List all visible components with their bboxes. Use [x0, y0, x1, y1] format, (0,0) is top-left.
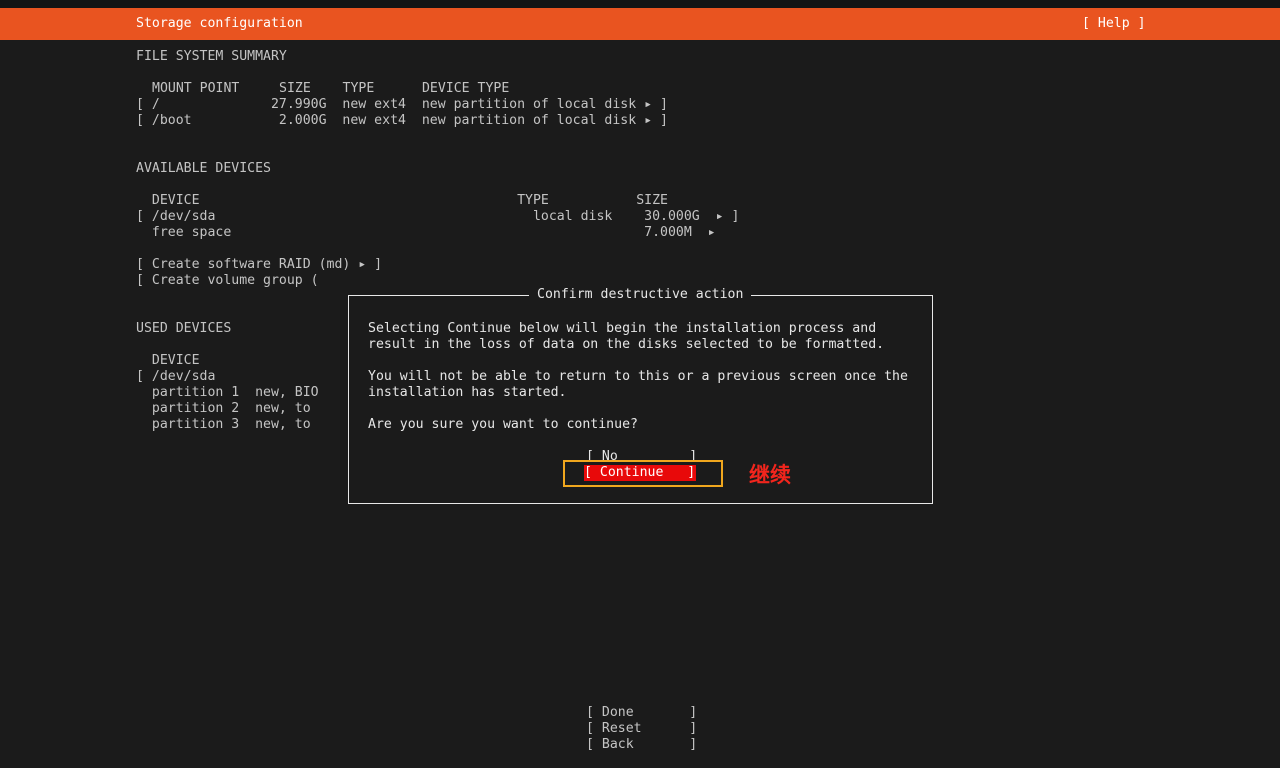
- available-devices-heading: AVAILABLE DEVICES: [136, 161, 271, 176]
- dialog-text-line: result in the loss of data on the disks …: [368, 337, 885, 352]
- fs-summary-heading: FILE SYSTEM SUMMARY: [136, 49, 287, 64]
- dialog-question: Are you sure you want to continue?: [368, 417, 638, 432]
- used-partition-3[interactable]: partition 3 new, to: [136, 417, 311, 433]
- create-volume-group-button[interactable]: [ Create volume group (: [136, 273, 319, 289]
- title-bar: Storage configuration [ Help ]: [0, 8, 1280, 40]
- fs-summary-columns: MOUNT POINT SIZE TYPE DEVICE TYPE: [152, 81, 510, 96]
- dialog-text-line: You will not be able to return to this o…: [368, 369, 908, 384]
- create-raid-button[interactable]: [ Create software RAID (md) ▸ ]: [136, 257, 382, 273]
- available-device-sda[interactable]: [ /dev/sda local disk 30.000G ▸ ]: [136, 209, 739, 225]
- fs-row-root[interactable]: [ / 27.990G new ext4 new partition of lo…: [136, 97, 668, 113]
- available-devices-columns: DEVICE TYPE SIZE: [136, 193, 668, 208]
- annotation-highlight-box: [563, 460, 723, 487]
- page-title: Storage configuration: [136, 16, 303, 31]
- available-free-space[interactable]: free space 7.000M ▸: [136, 225, 716, 241]
- dialog-title: Confirm destructive action: [529, 287, 752, 303]
- reset-button[interactable]: [ Reset ]: [586, 721, 697, 737]
- used-partition-2[interactable]: partition 2 new, to: [136, 401, 311, 417]
- back-button[interactable]: [ Back ]: [586, 737, 697, 753]
- dialog-text-line: Selecting Continue below will begin the …: [368, 321, 877, 336]
- fs-row-boot[interactable]: [ /boot 2.000G new ext4 new partition of…: [136, 113, 668, 129]
- top-strip: [0, 0, 1280, 8]
- used-devices-heading: USED DEVICES: [136, 321, 232, 336]
- used-devices-columns: DEVICE: [136, 353, 200, 368]
- used-device-sda[interactable]: [ /dev/sda: [136, 369, 215, 385]
- help-button[interactable]: [ Help ]: [1082, 16, 1146, 31]
- dialog-text-line: installation has started.: [368, 385, 567, 400]
- done-button[interactable]: [ Done ]: [586, 705, 697, 721]
- used-partition-1[interactable]: partition 1 new, BIO: [136, 385, 319, 401]
- annotation-label: 继续: [749, 463, 791, 487]
